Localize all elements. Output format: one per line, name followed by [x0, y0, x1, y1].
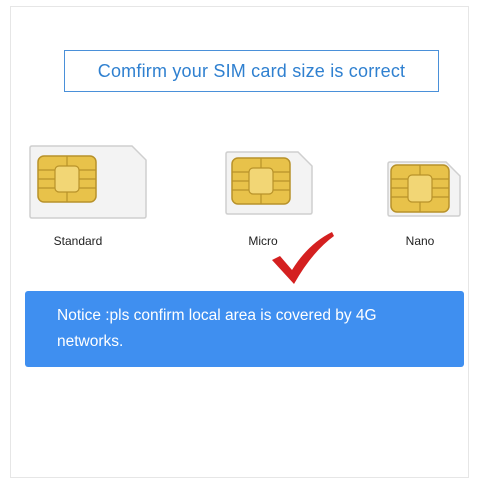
- title-banner: Comfirm your SIM card size is correct: [64, 50, 439, 92]
- sim-label-standard: Standard: [53, 234, 103, 248]
- title-text: Comfirm your SIM card size is correct: [97, 60, 406, 81]
- checkmark-icon: [272, 232, 334, 284]
- sim-card-standard-icon: [29, 145, 147, 219]
- notice-banner: Notice :pls confirm local area is covere…: [25, 291, 464, 367]
- sim-label-nano: Nano: [405, 234, 435, 248]
- sim-card-nano-icon: [387, 161, 461, 217]
- sim-card-micro-icon: [225, 151, 313, 215]
- notice-text: Notice :pls confirm local area is covere…: [57, 307, 377, 350]
